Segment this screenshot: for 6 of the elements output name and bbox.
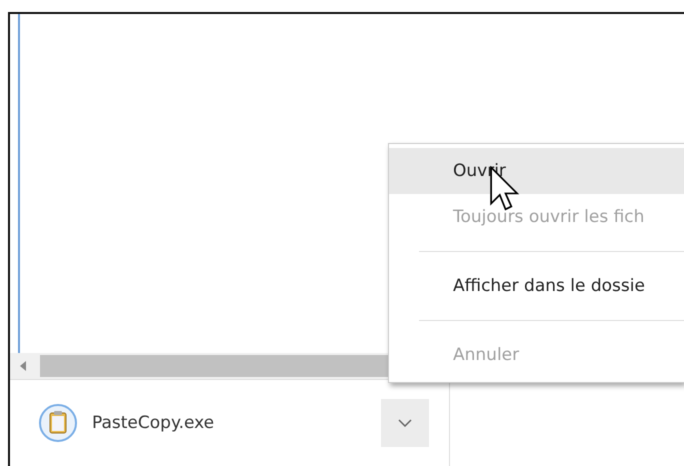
file-name[interactable]: PasteCopy.exe [92,413,367,433]
clipboard-icon [38,403,78,443]
scroll-left-icon[interactable] [20,361,26,371]
menu-item[interactable]: Afficher dans le dossie [389,263,684,309]
options-button[interactable] [381,399,429,447]
chevron-down-icon [398,419,412,427]
